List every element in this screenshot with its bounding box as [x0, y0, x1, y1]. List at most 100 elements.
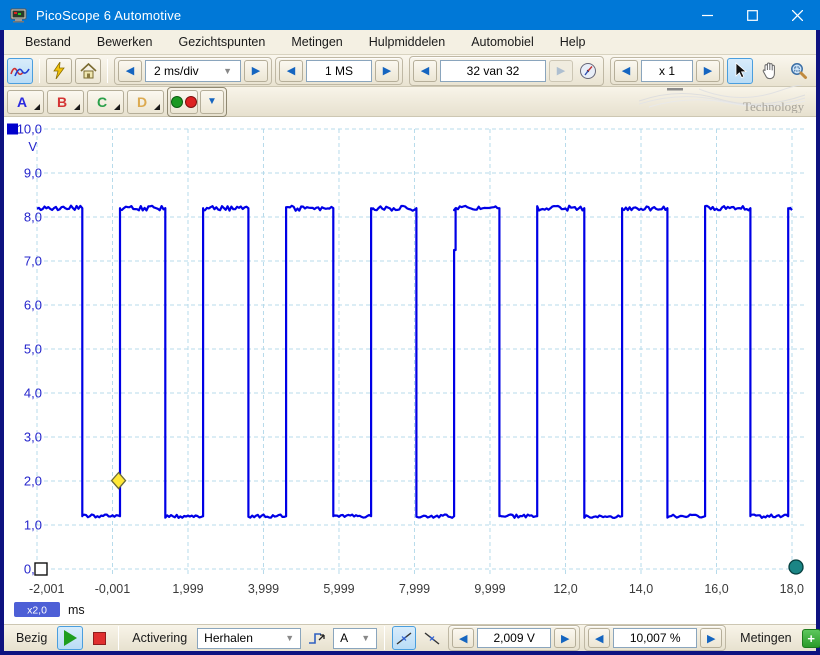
trigger-level-up-button[interactable]: ▶	[554, 628, 576, 648]
advanced-trigger-button[interactable]	[305, 626, 329, 650]
trigger-level-down-button[interactable]: ◀	[452, 628, 474, 648]
pico-logo-watermark: Technology	[639, 85, 807, 118]
menu-item-hulpmiddelen[interactable]: Hulpmiddelen	[356, 30, 458, 54]
zoom-factor-group: ◀ x 1 ▶	[610, 57, 724, 85]
trigger-mode-value: Herhalen	[204, 631, 253, 645]
x-axis-unit-label: ms	[68, 603, 85, 617]
buffer-navigator-button[interactable]	[576, 59, 600, 83]
home-icon	[80, 63, 97, 79]
main-toolbar: ◀ 2 ms/div ▼ ▶ ◀ 1 MS ▶ ◀ 32 van 32 ▶	[4, 55, 816, 87]
trigger-mode-select[interactable]: Herhalen ▼	[197, 628, 301, 649]
timebase-next-button[interactable]: ▶	[244, 60, 268, 82]
y-tick-label: 9,0	[24, 166, 42, 181]
y-tick-label: 4,0	[24, 386, 42, 401]
y-tick-label: 5,0	[24, 342, 42, 357]
trigger-level-field[interactable]: 2,009 V	[477, 628, 551, 648]
zoom-next-button[interactable]: ▶	[696, 60, 720, 82]
stop-capture-button[interactable]	[87, 626, 111, 650]
capture-status-label: Bezig	[10, 631, 53, 645]
zoom-prev-button[interactable]: ◀	[614, 60, 638, 82]
maximize-button[interactable]	[730, 0, 775, 30]
chevron-down-icon: ▼	[351, 633, 370, 643]
menu-bar: BestandBewerkenGezichtspuntenMetingenHul…	[4, 30, 816, 55]
pretrigger-up-button[interactable]: ▶	[700, 628, 722, 648]
minimize-button[interactable]	[685, 0, 730, 30]
chevron-down-icon: ▼	[223, 66, 232, 76]
channel-c-button[interactable]: C	[87, 90, 124, 114]
channel-b-button[interactable]: B	[47, 90, 84, 114]
channel-d-button[interactable]: D	[127, 90, 164, 114]
buffer-end-marker[interactable]	[789, 560, 803, 574]
trigger-marker[interactable]	[112, 473, 126, 489]
zoom-factor-value: x 1	[659, 64, 675, 78]
samples-group: ◀ 1 MS ▶	[275, 57, 403, 85]
measurements-label: Metingen	[734, 631, 797, 645]
probe-b-dot-icon	[185, 96, 197, 108]
menu-item-bewerken[interactable]: Bewerken	[84, 30, 166, 54]
channel-a-axis-marker[interactable]	[7, 124, 18, 135]
scope-view[interactable]: 10,09,08,07,06,05,04,03,02,01,00,0V-2,00…	[4, 117, 816, 624]
buffer-navigator-icon	[579, 62, 597, 80]
channel-label: C	[97, 94, 107, 110]
x-tick-label: -2,001	[29, 582, 64, 596]
timebase-prev-button[interactable]: ◀	[118, 60, 142, 82]
menu-item-metingen[interactable]: Metingen	[278, 30, 355, 54]
x-scale-badge-label: x2,0	[27, 605, 47, 617]
falling-edge-button[interactable]	[420, 626, 444, 650]
pointer-tool-button[interactable]	[727, 58, 753, 84]
zoom-in-button[interactable]	[814, 58, 820, 84]
scope-view-button[interactable]	[7, 58, 33, 84]
menu-item-gezichtspunten[interactable]: Gezichtspunten	[165, 30, 278, 54]
pan-tool-button[interactable]	[756, 58, 782, 84]
logo-text: Technology	[743, 99, 805, 113]
x-tick-label: 18,0	[780, 582, 804, 596]
samples-prev-button[interactable]: ◀	[279, 60, 303, 82]
buffer-value: 32 van 32	[467, 64, 520, 78]
marquee-zoom-button[interactable]	[785, 58, 811, 84]
channel-options-corner-icon	[74, 104, 80, 110]
samples-next-button[interactable]: ▶	[375, 60, 399, 82]
toolbar-separator	[39, 59, 40, 83]
channel-options-corner-icon	[34, 104, 40, 110]
close-icon	[792, 10, 803, 21]
rising-edge-button[interactable]	[392, 626, 416, 650]
y-tick-label: 1,0	[24, 518, 42, 533]
channel-label: D	[137, 94, 147, 110]
auto-setup-button[interactable]	[46, 58, 72, 84]
channel-a-button[interactable]: A	[7, 90, 44, 114]
probe-a-dot-icon	[171, 96, 183, 108]
samples-field[interactable]: 1 MS	[306, 60, 372, 82]
zero-offset-marker[interactable]	[35, 563, 47, 575]
toolbar-separator	[118, 626, 119, 650]
advanced-trigger-icon	[307, 630, 327, 647]
pretrigger-field[interactable]: 10,007 %	[613, 628, 697, 648]
title-bar: PicoScope 6 Automotive	[0, 0, 820, 30]
add-measurement-button[interactable]: +	[802, 629, 820, 648]
pretrigger-down-button[interactable]: ◀	[588, 628, 610, 648]
y-tick-label: 3,0	[24, 430, 42, 445]
app-icon	[10, 8, 28, 23]
menu-item-help[interactable]: Help	[547, 30, 599, 54]
x-tick-label: 16,0	[704, 582, 728, 596]
buffer-field[interactable]: 32 van 32	[440, 60, 546, 82]
y-tick-label: 6,0	[24, 298, 42, 313]
menu-item-bestand[interactable]: Bestand	[12, 30, 84, 54]
menu-item-automobiel[interactable]: Automobiel	[458, 30, 547, 54]
start-capture-button[interactable]	[57, 626, 83, 650]
y-tick-label: 7,0	[24, 254, 42, 269]
close-button[interactable]	[775, 0, 820, 30]
home-button[interactable]	[75, 58, 101, 84]
timebase-group: ◀ 2 ms/div ▼ ▶	[114, 57, 272, 85]
buffer-prev-button[interactable]: ◀	[413, 60, 437, 82]
zoom-factor-field[interactable]: x 1	[641, 60, 693, 82]
trigger-source-select[interactable]: A ▼	[333, 628, 377, 649]
timebase-select[interactable]: 2 ms/div ▼	[145, 60, 241, 82]
probe-dropdown-button[interactable]: ▼	[200, 90, 224, 114]
minimize-icon	[702, 10, 713, 21]
timebase-value: 2 ms/div	[154, 64, 199, 78]
window-title: PicoScope 6 Automotive	[36, 8, 181, 23]
x-tick-label: 3,999	[248, 582, 279, 596]
buffer-next-button[interactable]: ▶	[549, 60, 573, 82]
probe-status-button[interactable]	[170, 90, 198, 114]
x-tick-label: 9,999	[474, 582, 505, 596]
